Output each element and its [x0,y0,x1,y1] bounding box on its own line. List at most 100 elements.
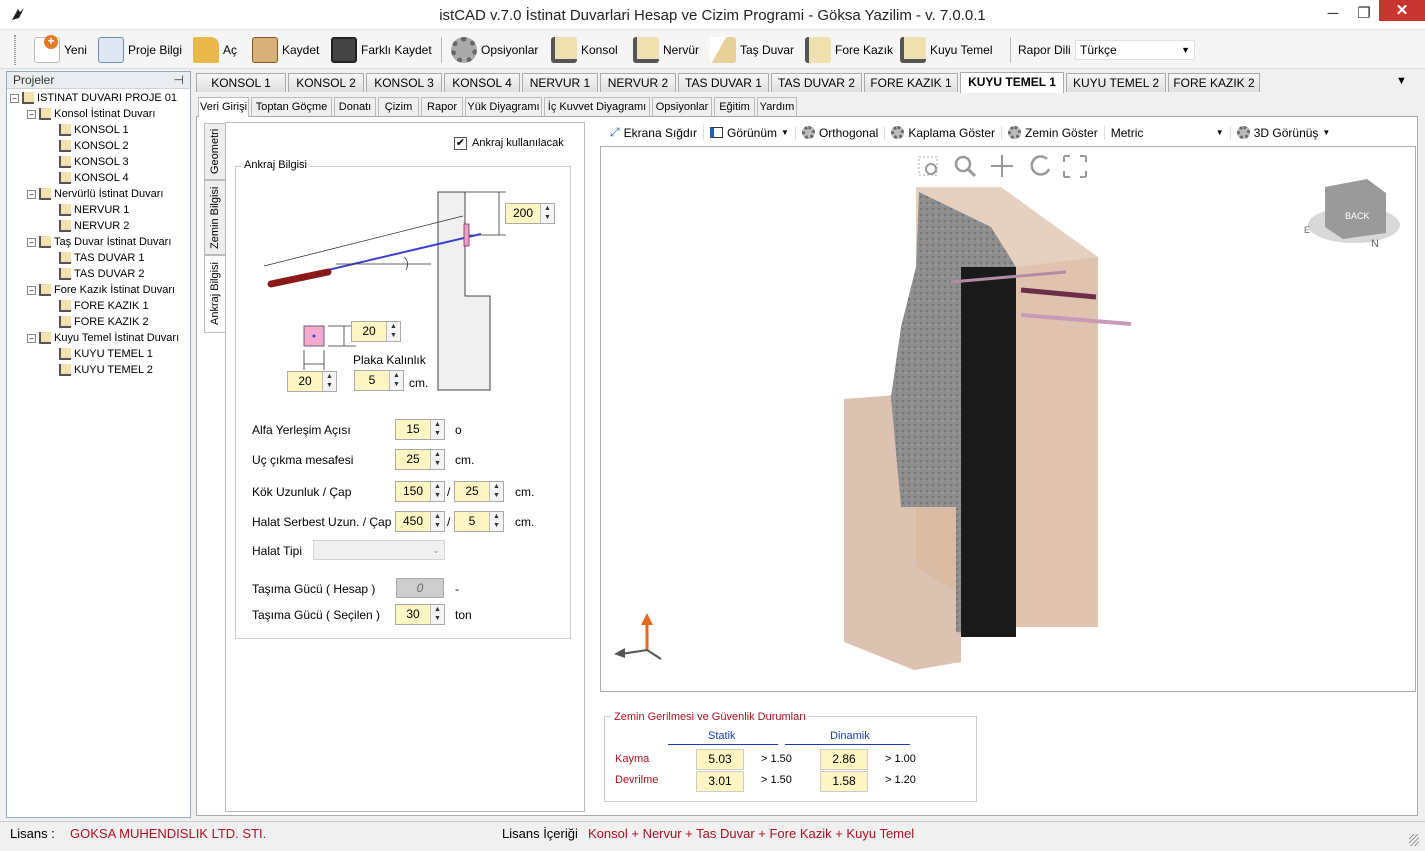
tree-root-project[interactable]: − ISTINAT DUVARI PROJE 01 [10,92,177,104]
subtab-5[interactable]: Rapor [421,97,463,116]
tree-item[interactable]: NERVUR 2 [59,220,129,232]
tree-item[interactable]: TAS DUVAR 2 [59,268,145,280]
units-select[interactable]: Metric ▼ [1105,125,1231,140]
plate-height-input[interactable]: 20 ▲ ▼ [351,321,401,342]
tab-fore-kazik-2[interactable]: FORE KAZIK 2 [1168,73,1260,92]
halat-length-input[interactable]: 450 ▲ ▼ [395,511,445,532]
tas-duvar-button[interactable]: Taş Duvar [710,35,794,65]
report-language-select[interactable]: Türkçe ▼ [1075,40,1195,60]
tab-konsol-4[interactable]: KONSOL 4 [444,73,520,92]
fit-to-screen-button[interactable]: ⤢ Ekrana Sığdır [604,125,704,140]
tasima-secilen-input[interactable]: 30 ▲ ▼ [395,604,445,625]
vtab-ankraj-bilgisi[interactable]: Ankraj Bilgisi [204,255,226,333]
save-button[interactable]: Kaydet [252,35,319,65]
spin-arrows-icon[interactable]: ▲ ▼ [430,605,444,624]
view-cube[interactable]: BACK N E [1304,179,1400,250]
spin-arrows-icon[interactable]: ▲ ▼ [430,450,444,469]
halat-diameter-input[interactable]: 5 ▲ ▼ [454,511,504,532]
options-button[interactable]: Opsiyonlar [451,35,538,65]
kuyu-temel-button[interactable]: Kuyu Temel [900,35,992,65]
kok-length-input[interactable]: 150 ▲ ▼ [395,481,445,502]
spin-arrows-icon[interactable]: ▲ ▼ [489,482,503,501]
project-info-button[interactable]: Proje Bilgi [98,35,182,65]
spin-arrows-icon[interactable]: ▲ ▼ [386,322,400,341]
collapse-icon[interactable]: − [27,189,36,199]
tab-konsol-1[interactable]: KONSOL 1 [196,73,286,92]
spin-arrows-icon[interactable]: ▲ ▼ [489,512,503,531]
tree-item[interactable]: KUYU TEMEL 2 [59,364,153,376]
subtab-6[interactable]: Yük Diyagramı [465,97,542,116]
save-as-button[interactable]: Farklı Kaydet [331,35,432,65]
konsol-button[interactable]: Konsol [551,35,618,65]
subtab-2[interactable]: Toptan Göçme [251,97,332,116]
fore-kazik-button[interactable]: Fore Kazık [805,35,893,65]
tree-item[interactable]: KUYU TEMEL 1 [59,348,153,360]
tab-tas-duvar-2[interactable]: TAS DUVAR 2 [771,73,862,92]
tab-konsol-3[interactable]: KONSOL 3 [366,73,442,92]
tab-fore-kazik-1[interactable]: FORE KAZIK 1 [864,73,958,92]
tab-nervur-2[interactable]: NERVUR 2 [600,73,676,92]
collapse-icon[interactable]: − [27,109,36,119]
collapse-icon[interactable]: − [27,237,36,247]
subtab-4[interactable]: Çizim [378,97,419,116]
tab-nervur-1[interactable]: NERVUR 1 [522,73,598,92]
restore-button[interactable]: ❐ [1349,0,1379,28]
tree-group[interactable]: − Taş Duvar İstinat Duvarı [27,236,171,248]
tab-kuyu-temel-1[interactable]: KUYU TEMEL 1 [960,72,1064,93]
halat-tipi-select[interactable]: ⌄ [313,540,445,560]
collapse-icon[interactable]: − [27,333,36,343]
tree-item[interactable]: KONSOL 3 [59,156,129,168]
new-button[interactable]: + Yeni [34,35,87,65]
zoom-window-icon[interactable] [918,156,938,176]
3d-viewport[interactable]: BACK N E [600,146,1416,692]
plate-thickness-input[interactable]: 5 ▲ ▼ [354,370,404,391]
plate-width-input[interactable]: 20 ▲ ▼ [287,371,337,392]
pin-icon[interactable]: ⊣ [174,72,184,88]
zoom-icon[interactable] [954,155,977,178]
uc-input[interactable]: 25 ▲ ▼ [395,449,445,470]
subtab-3[interactable]: Donatı [334,97,376,116]
tree-group[interactable]: − Nervürlü İstinat Duvarı [27,188,163,200]
resize-grip-icon[interactable] [1409,834,1419,846]
tree-group[interactable]: − Fore Kazık İstinat Duvarı [27,284,175,296]
spin-arrows-icon[interactable]: ▲ ▼ [322,372,336,391]
3d-view-dropdown[interactable]: 3D Görünüş ▼ [1231,126,1337,140]
tree-group[interactable]: − Konsol İstinat Duvarı [27,108,156,120]
open-button[interactable]: Aç [193,35,237,65]
close-button[interactable]: ✕ [1379,0,1425,21]
tab-konsol-2[interactable]: KONSOL 2 [288,73,364,92]
spin-arrows-icon[interactable]: ▲ ▼ [430,420,444,439]
show-soil-button[interactable]: Zemin Göster [1002,125,1105,140]
subtab-8[interactable]: Opsiyonlar [652,97,712,116]
vtab-zemin-bilgisi[interactable]: Zemin Bilgisi [204,180,226,255]
tree-item[interactable]: KONSOL 1 [59,124,129,136]
spin-arrows-icon[interactable]: ▲ ▼ [540,204,554,223]
tree-item[interactable]: NERVUR 1 [59,204,129,216]
orthogonal-button[interactable]: Orthogonal [796,125,886,140]
pan-icon[interactable] [991,155,1013,177]
subtab-10[interactable]: Yardım [757,97,797,116]
subtab-7[interactable]: İç Kuvvet Diyagramı [544,97,650,116]
tree-item[interactable]: TAS DUVAR 1 [59,252,145,264]
tree-item[interactable]: FORE KAZIK 1 [59,300,149,312]
spin-arrows-icon[interactable]: ▲ ▼ [430,512,444,531]
tab-kuyu-temel-2[interactable]: KUYU TEMEL 2 [1066,73,1166,92]
toolbar-grip[interactable] [14,35,16,65]
tabs-overflow-button[interactable]: ▼ [1396,75,1407,87]
fullscreen-icon[interactable] [1063,155,1087,178]
tree-item[interactable]: FORE KAZIK 2 [59,316,149,328]
tree-item[interactable]: KONSOL 4 [59,172,129,184]
spin-arrows-icon[interactable]: ▲ ▼ [389,371,403,390]
nervur-button[interactable]: Nervür [633,35,699,65]
collapse-icon[interactable]: − [27,285,36,295]
alfa-input[interactable]: 15 ▲ ▼ [395,419,445,440]
anchor-checkbox[interactable]: ✔ [454,137,467,150]
vtab-geometri[interactable]: Geometri [204,123,226,180]
minimize-button[interactable]: ─ [1318,0,1348,28]
anchor-top-distance-input[interactable]: 200 ▲ ▼ [505,203,555,224]
tree-group[interactable]: − Kuyu Temel İstinat Duvarı [27,332,179,344]
subtab-9[interactable]: Eğitim [714,97,755,116]
view-dropdown[interactable]: Görünüm ▼ [704,125,796,140]
subtab-1[interactable]: Veri Girişi [198,97,249,117]
tree-item[interactable]: KONSOL 2 [59,140,129,152]
